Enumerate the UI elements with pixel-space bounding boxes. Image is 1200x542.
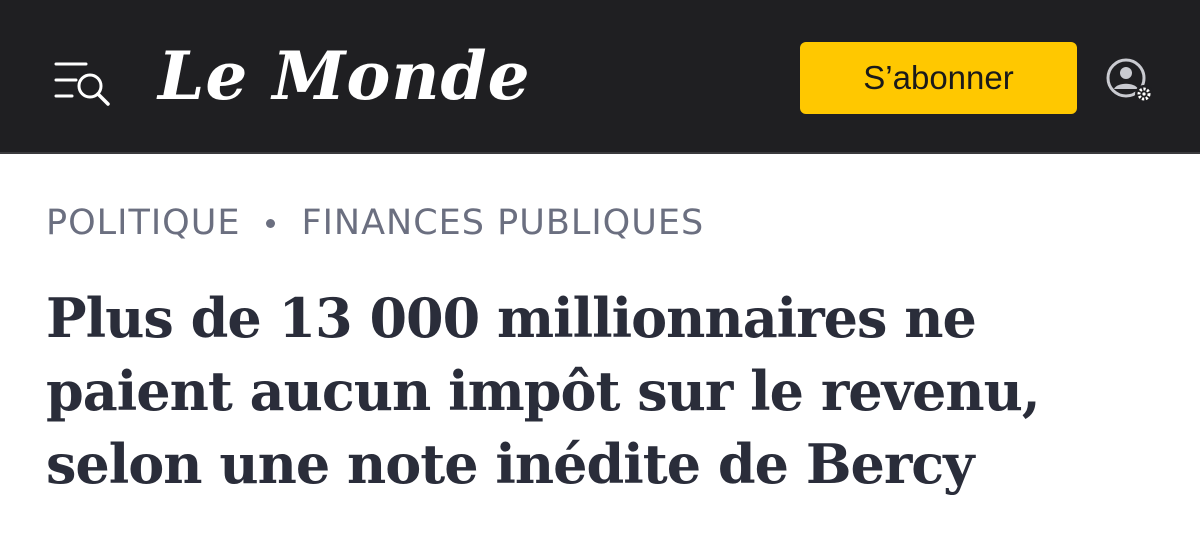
breadcrumb-separator — [266, 218, 276, 228]
breadcrumb-section-link[interactable]: POLITIQUE — [46, 203, 240, 243]
site-header: Le Monde S’abonner — [0, 0, 1200, 154]
breadcrumb-subsection-link[interactable]: FINANCES PUBLIQUES — [301, 203, 704, 243]
subscribe-button[interactable]: S’abonner — [800, 42, 1077, 114]
breadcrumb: POLITIQUE FINANCES PUBLIQUES — [46, 198, 704, 248]
menu-search-button[interactable] — [52, 56, 114, 108]
article-title: Plus de 13 000 millionnaires ne paient a… — [46, 286, 1041, 496]
account-settings-icon — [1106, 58, 1153, 103]
account-button[interactable] — [1104, 56, 1156, 106]
menu-search-icon — [54, 62, 110, 106]
site-logo[interactable]: Le Monde — [158, 26, 531, 126]
